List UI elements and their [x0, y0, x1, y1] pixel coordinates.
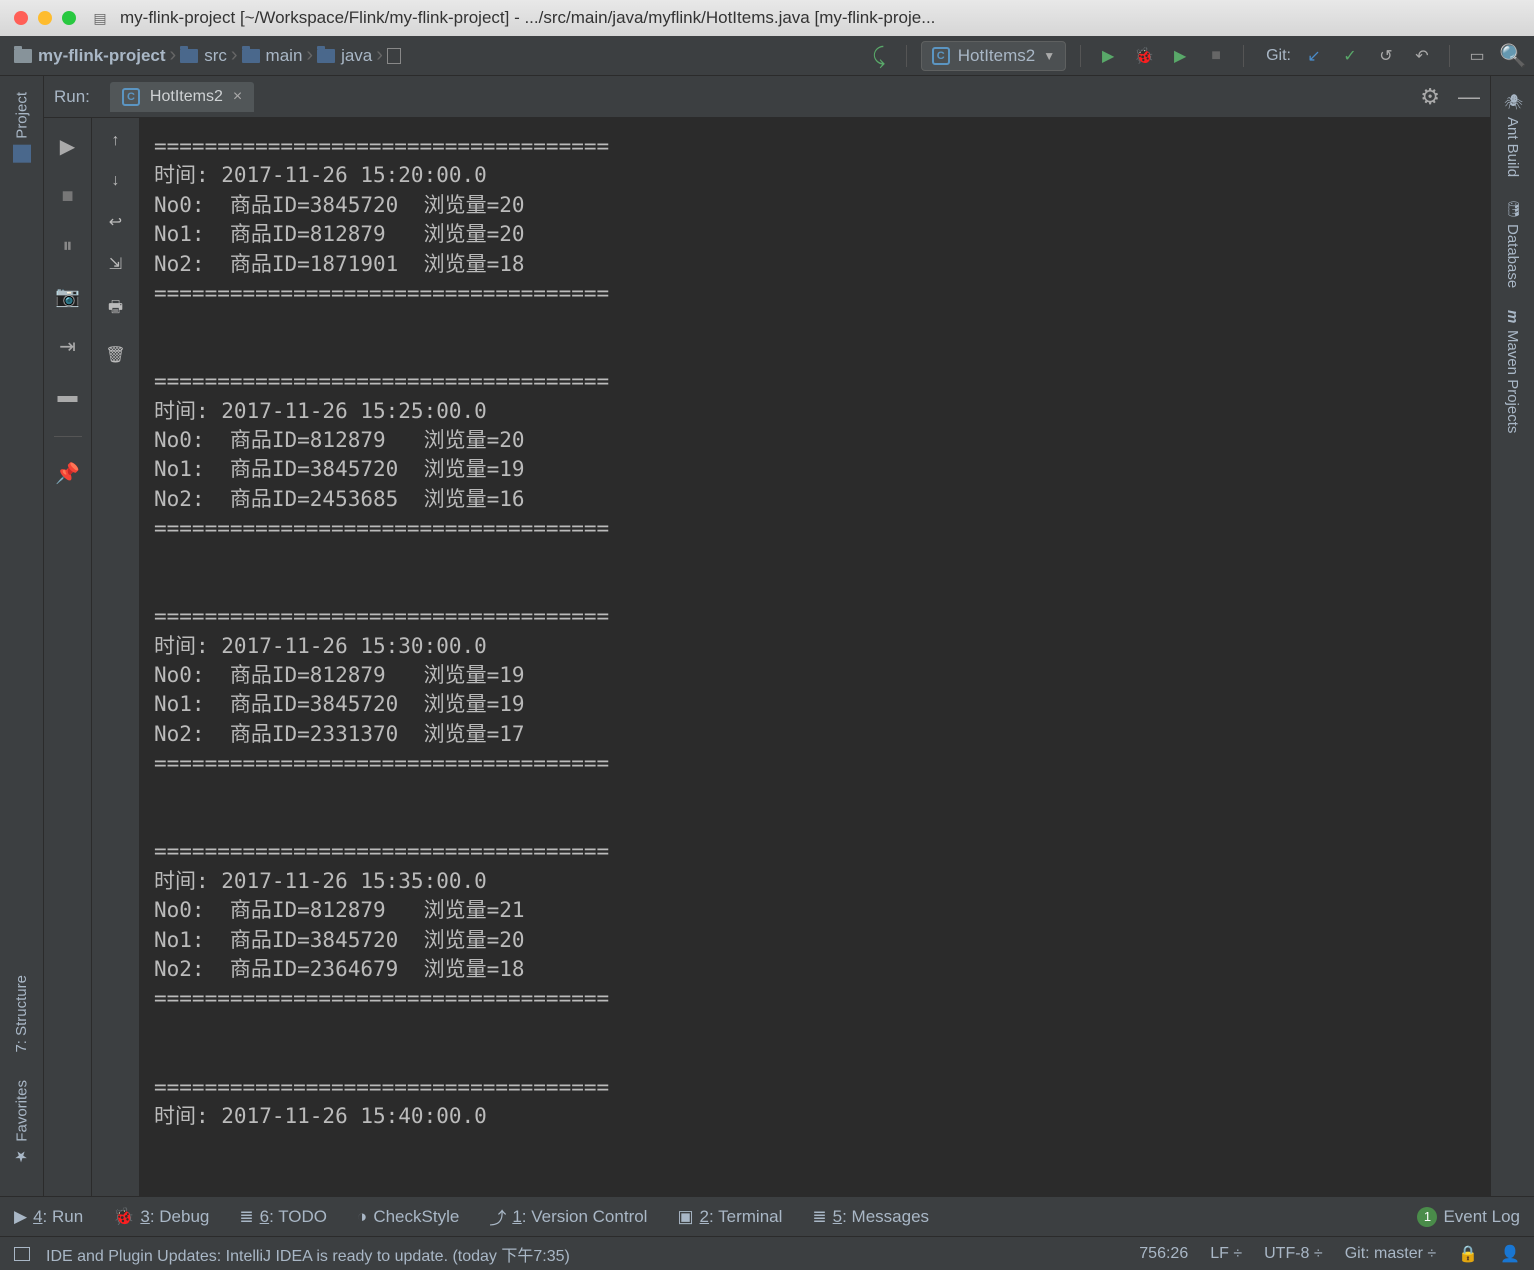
crumb-src[interactable]: src — [174, 46, 233, 66]
right-tool-strip: 🕷 Ant Build 🛢 Database m Maven Projects — [1490, 76, 1534, 1196]
tab-maven[interactable]: m Maven Projects — [1502, 302, 1523, 441]
clear-icon[interactable]: 🗑 — [105, 345, 125, 365]
minimize-icon[interactable]: — — [1458, 84, 1480, 110]
folder-icon — [14, 49, 32, 63]
tab-database[interactable]: 🛢 Database — [1502, 191, 1524, 296]
close-icon[interactable]: × — [233, 88, 242, 106]
folder-icon — [242, 49, 260, 63]
soft-wrap-icon[interactable]: ↩ — [109, 212, 122, 232]
run-icon[interactable]: ▶ — [1095, 43, 1121, 69]
event-count-badge: 1 — [1417, 1207, 1437, 1227]
project-structure-icon[interactable]: ▭ — [1464, 43, 1490, 69]
git-branch[interactable]: Git: master ÷ — [1345, 1245, 1436, 1263]
status-message: IDE and Plugin Updates: IntelliJ IDEA is… — [46, 1242, 570, 1266]
zoom-window-icon[interactable] — [62, 11, 76, 25]
run-gutter-left: ▶ ■ ⏸ 📷 ⇥ ▬ 📌 — [44, 118, 92, 1196]
divider — [1243, 45, 1244, 67]
divider — [1080, 45, 1081, 67]
run-label: Run: — [54, 87, 90, 107]
pin-icon[interactable]: 📌 — [54, 459, 82, 487]
build-icon[interactable]: ⤹ — [866, 43, 892, 69]
tab-terminal[interactable]: ▣ 2: Terminal — [677, 1207, 782, 1227]
tab-structure[interactable]: 7: Structure — [11, 967, 32, 1061]
statusbar: IDE and Plugin Updates: IntelliJ IDEA is… — [0, 1236, 1534, 1270]
tab-version-control[interactable]: ⤴ 1: Version Control — [489, 1204, 647, 1229]
line-separator[interactable]: LF ÷ — [1210, 1245, 1242, 1263]
dump-icon[interactable]: 📷 — [54, 282, 82, 310]
tool-window-icon[interactable] — [14, 1247, 30, 1261]
tab-messages[interactable]: ≣ 5: Messages — [812, 1207, 929, 1227]
tab-run[interactable]: ▶ 4: Run — [14, 1207, 83, 1227]
tab-checkstyle[interactable]: ◑ CheckStyle — [357, 1207, 459, 1227]
run-toolbar: Run: C HotItems2 × ⚙ — — [44, 76, 1490, 118]
coverage-icon[interactable]: ▶ — [1167, 43, 1193, 69]
class-icon: C — [122, 88, 140, 106]
update-project-icon[interactable]: ↙ — [1301, 43, 1327, 69]
commit-icon[interactable]: ✓ — [1337, 43, 1363, 69]
breadcrumb: my-flink-project › src › main › java › — [8, 44, 411, 67]
rerun-icon[interactable]: ▶ — [54, 132, 82, 160]
console-output[interactable]: ==================================== 时间:… — [140, 118, 1490, 1196]
git-label: Git: — [1266, 47, 1291, 65]
navigation-bar: my-flink-project › src › main › java › ⤹… — [0, 36, 1534, 76]
run-gutter-right: ↑ ↓ ↩ ⇲ 🖶 🗑 — [92, 118, 140, 1196]
titlebar: ▤ my-flink-project [~/Workspace/Flink/my… — [0, 0, 1534, 36]
class-icon: C — [932, 47, 950, 65]
layout-icon[interactable]: ▬ — [54, 382, 82, 410]
tab-ant-build[interactable]: 🕷 Ant Build — [1502, 84, 1524, 185]
revert-icon[interactable]: ↶ — [1409, 43, 1435, 69]
ide-status-icon[interactable]: 👤 — [1500, 1244, 1520, 1264]
crumb-java[interactable]: java — [311, 46, 378, 66]
print-icon[interactable]: 🖶 — [108, 296, 123, 323]
tab-event-log[interactable]: 1Event Log — [1417, 1207, 1520, 1227]
crumb-main[interactable]: main — [236, 46, 309, 66]
project-icon — [13, 145, 31, 163]
stop-icon[interactable]: ■ — [54, 182, 82, 210]
debug-icon[interactable]: 🐞 — [1131, 43, 1157, 69]
tab-todo[interactable]: ≣ 6: TODO — [239, 1207, 327, 1227]
run-config-label: HotItems2 — [958, 46, 1035, 66]
pause-icon[interactable]: ⏸ — [54, 232, 82, 260]
run-tab-hotitems2[interactable]: C HotItems2 × — [110, 82, 254, 112]
tab-project[interactable]: Project — [11, 84, 33, 171]
close-window-icon[interactable] — [14, 11, 28, 25]
lock-icon[interactable]: 🔒 — [1458, 1244, 1478, 1264]
document-icon: ▤ — [90, 8, 110, 28]
caret-position[interactable]: 756:26 — [1139, 1245, 1188, 1263]
run-config-selector[interactable]: C HotItems2 ▼ — [921, 41, 1066, 71]
minimize-window-icon[interactable] — [38, 11, 52, 25]
folder-icon — [180, 49, 198, 63]
folder-icon — [317, 49, 335, 63]
tab-debug[interactable]: 🐞 3: Debug — [113, 1207, 209, 1227]
run-tab-label: HotItems2 — [150, 88, 223, 106]
crumb-project[interactable]: my-flink-project — [8, 46, 172, 66]
bottom-toolbar: ▶ 4: Run 🐞 3: Debug ≣ 6: TODO ◑ CheckSty… — [0, 1196, 1534, 1236]
scroll-to-end-icon[interactable]: ⇲ — [109, 254, 122, 274]
down-icon[interactable]: ↓ — [112, 172, 120, 190]
tab-favorites[interactable]: ★ Favorites — [11, 1072, 33, 1174]
file-encoding[interactable]: UTF-8 ÷ — [1264, 1245, 1323, 1263]
divider — [906, 45, 907, 67]
chevron-down-icon: ▼ — [1043, 49, 1055, 63]
file-icon — [387, 48, 401, 64]
crumb-file[interactable] — [381, 48, 411, 64]
history-icon[interactable]: ↺ — [1373, 43, 1399, 69]
left-tool-strip: Project 7: Structure ★ Favorites — [0, 76, 44, 1196]
gear-icon[interactable]: ⚙ — [1420, 84, 1440, 110]
window-title: my-flink-project [~/Workspace/Flink/my-f… — [120, 8, 935, 28]
search-icon[interactable]: 🔍 — [1500, 43, 1526, 69]
up-icon[interactable]: ↑ — [112, 132, 120, 150]
divider — [1449, 45, 1450, 67]
traffic-lights — [14, 11, 76, 25]
stop-icon[interactable]: ■ — [1203, 43, 1229, 69]
exit-icon[interactable]: ⇥ — [54, 332, 82, 360]
